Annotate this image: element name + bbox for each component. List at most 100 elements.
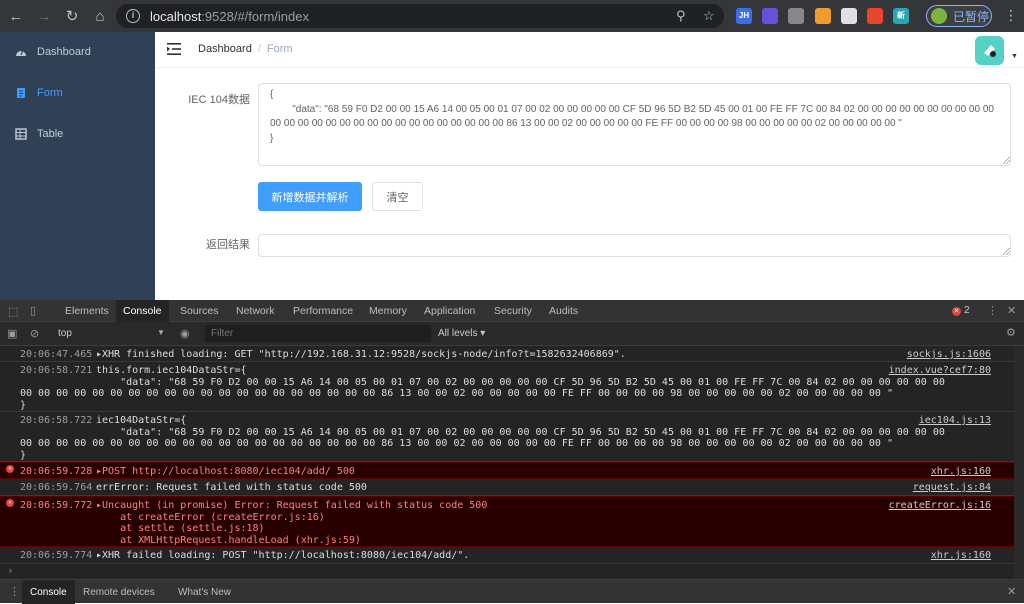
- console-message[interactable]: ▸XHR failed loading: POST "http://localh…: [96, 550, 469, 562]
- close-devtools-icon[interactable]: ✕: [1007, 304, 1016, 317]
- breadcrumb-home[interactable]: Dashboard: [198, 43, 252, 55]
- console-row: 20:06:47.465 ▸XHR finished loading: GET "…: [0, 346, 1014, 362]
- tab-network[interactable]: Network: [229, 300, 282, 322]
- tab-console[interactable]: Console: [116, 300, 169, 322]
- avatar-icon: [984, 45, 996, 57]
- tab-audits[interactable]: Audits: [542, 300, 585, 322]
- console-message: "data": "68 59 F0 D2 00 00 15 A6 14 00 0…: [96, 376, 945, 388]
- drawer-tab-remote-devices[interactable]: Remote devices: [75, 580, 163, 604]
- qr-extension-icon[interactable]: [841, 8, 857, 24]
- console-source-link[interactable]: sockjs.js:1606: [907, 349, 991, 361]
- console-message[interactable]: at XMLHttpRequest.handleLoad (xhr.js:59): [96, 535, 361, 547]
- sidebar-item-table[interactable]: Table: [0, 114, 155, 154]
- table-icon: [15, 128, 27, 140]
- sidebar-item-dashboard[interactable]: Dashboard: [0, 32, 155, 72]
- address-bar[interactable]: i localhost:9528/#/form/index ⚲ ☆: [116, 4, 724, 28]
- drawer-tab-console[interactable]: Console: [22, 580, 75, 604]
- resize-handle-icon[interactable]: [1003, 248, 1010, 255]
- dashboard-icon: [16, 49, 26, 56]
- error-count-badge[interactable]: ✕ 2: [952, 305, 970, 316]
- device-toolbar-icon[interactable]: ▯: [30, 304, 36, 317]
- devtools-tabbar: ⬚ ▯ Elements Console Sources Network Perform…: [0, 300, 1024, 322]
- console-source-link[interactable]: iec104.js:13: [919, 415, 991, 427]
- console-timestamp: 20:06:58.721: [20, 365, 93, 376]
- sidebar-item-form[interactable]: Form: [0, 73, 155, 113]
- settings-gear-icon[interactable]: ⚙: [1006, 326, 1016, 339]
- main-content: Dashboard / Form ▼ IEC 104数据 { "data": "68…: [155, 32, 1024, 300]
- iec-data-textarea[interactable]: { "data": "68 59 F0 D2 00 00 15 A6 14 00…: [258, 83, 1011, 166]
- console-timestamp: 20:06:59.774: [20, 550, 93, 561]
- eye-icon[interactable]: ◉: [180, 327, 190, 340]
- forward-icon[interactable]: →: [32, 4, 56, 28]
- console-source-link[interactable]: createError.js:16: [889, 500, 991, 512]
- console-source-link[interactable]: index.vue?cef7:80: [889, 365, 991, 377]
- result-label: 返回结果: [206, 239, 250, 251]
- extension-7-icon[interactable]: 新: [893, 8, 909, 24]
- sidebar-toggle-icon[interactable]: ▣: [7, 327, 17, 340]
- extension-6-icon[interactable]: [867, 8, 883, 24]
- user-avatar[interactable]: [975, 36, 1004, 65]
- caret-down-icon[interactable]: ▼: [157, 328, 165, 337]
- extension-3-icon[interactable]: [788, 8, 804, 24]
- console-message[interactable]: ▸XHR finished loading: GET "http://192.1…: [96, 349, 626, 361]
- console-source-link[interactable]: xhr.js:160: [931, 550, 991, 562]
- tab-application[interactable]: Application: [417, 300, 482, 322]
- drawer-menu-icon[interactable]: ⋮: [9, 585, 20, 598]
- inspect-icon[interactable]: ⬚: [8, 305, 18, 318]
- console-message: iec104DataStr={: [96, 415, 187, 426]
- tab-performance[interactable]: Performance: [286, 300, 360, 322]
- context-selector[interactable]: top: [58, 328, 72, 339]
- console-row: ✕ 20:06:59.772 ▸Uncaught (in promise) Erro…: [0, 496, 1014, 547]
- zoom-icon[interactable]: ⚲: [676, 8, 686, 24]
- console-message: 00 00 00 00 00 00 00 00 00 00 00 00 00 0…: [20, 438, 893, 449]
- devtools-drawer: ⋮ Console Remote devices What's New ✕: [0, 579, 1024, 604]
- console-timestamp: 20:06:58.722: [20, 415, 93, 426]
- console-message: this.form.iec104DataStr={: [96, 365, 247, 376]
- bookmark-star-icon[interactable]: ☆: [703, 8, 715, 24]
- tab-sources[interactable]: Sources: [173, 300, 226, 322]
- clear-console-icon[interactable]: ⊘: [30, 327, 39, 340]
- console-scrollbar[interactable]: [1014, 346, 1024, 579]
- console-source-link[interactable]: request.js:84: [913, 482, 991, 494]
- iec-data-label: IEC 104数据: [188, 94, 250, 106]
- result-field[interactable]: [258, 234, 1011, 257]
- tab-memory[interactable]: Memory: [362, 300, 414, 322]
- hamburger-icon[interactable]: [167, 43, 181, 55]
- breadcrumb-separator: /: [257, 43, 261, 55]
- console-prompt[interactable]: ›: [7, 565, 14, 577]
- console-source-link[interactable]: xhr.js:160: [931, 466, 991, 478]
- address-url: localhost:9528/#/form/index: [150, 8, 309, 24]
- reload-icon[interactable]: ↻: [60, 4, 84, 28]
- log-levels-dropdown[interactable]: All levels ▾: [438, 328, 485, 339]
- tab-security[interactable]: Security: [487, 300, 539, 322]
- close-drawer-icon[interactable]: ✕: [1007, 585, 1016, 598]
- console-timestamp: 20:06:59.764: [20, 482, 93, 493]
- console-timestamp: 20:06:47.465: [20, 349, 93, 360]
- parse-button[interactable]: 新增数据并解析: [258, 182, 362, 211]
- extension-2-icon[interactable]: [762, 8, 778, 24]
- console-toolbar: ▣ ⊘ top ▼ ◉ Filter All levels ▾ ⚙: [0, 322, 1024, 346]
- home-icon[interactable]: ⌂: [88, 4, 112, 28]
- console-filter-input[interactable]: Filter: [205, 325, 431, 342]
- tab-elements[interactable]: Elements: [58, 300, 116, 322]
- breadcrumb-current: Form: [266, 43, 293, 55]
- drawer-tab-what-s-new[interactable]: What's New: [170, 580, 239, 604]
- caret-down-icon[interactable]: ▼: [1011, 53, 1018, 60]
- console-message: }: [20, 449, 27, 461]
- avatar: [931, 8, 947, 24]
- browser-menu-icon[interactable]: ⋮: [1004, 8, 1018, 22]
- console-message[interactable]: at settle (settle.js:18): [96, 523, 265, 535]
- console-message[interactable]: ▸POST http://localhost:8080/iec104/add/ …: [96, 466, 355, 478]
- devtools-menu-icon[interactable]: ⋮: [987, 304, 998, 317]
- jh-ext-icon[interactable]: JH: [736, 8, 752, 24]
- console-timestamp: 20:06:59.772: [20, 500, 93, 511]
- resize-handle-icon[interactable]: [1003, 157, 1010, 164]
- clear-button[interactable]: 清空: [372, 182, 423, 211]
- profile-button[interactable]: 已暂停: [926, 5, 992, 27]
- back-icon[interactable]: ←: [4, 4, 28, 28]
- site-info-icon[interactable]: i: [126, 9, 140, 23]
- console-message: ▸Uncaught (in promise) Error: Request fa…: [96, 500, 488, 511]
- breadcrumb: Dashboard / Form: [198, 43, 293, 55]
- extension-4-icon[interactable]: [815, 8, 831, 24]
- console-message[interactable]: at createError (createError.js:16): [96, 512, 325, 524]
